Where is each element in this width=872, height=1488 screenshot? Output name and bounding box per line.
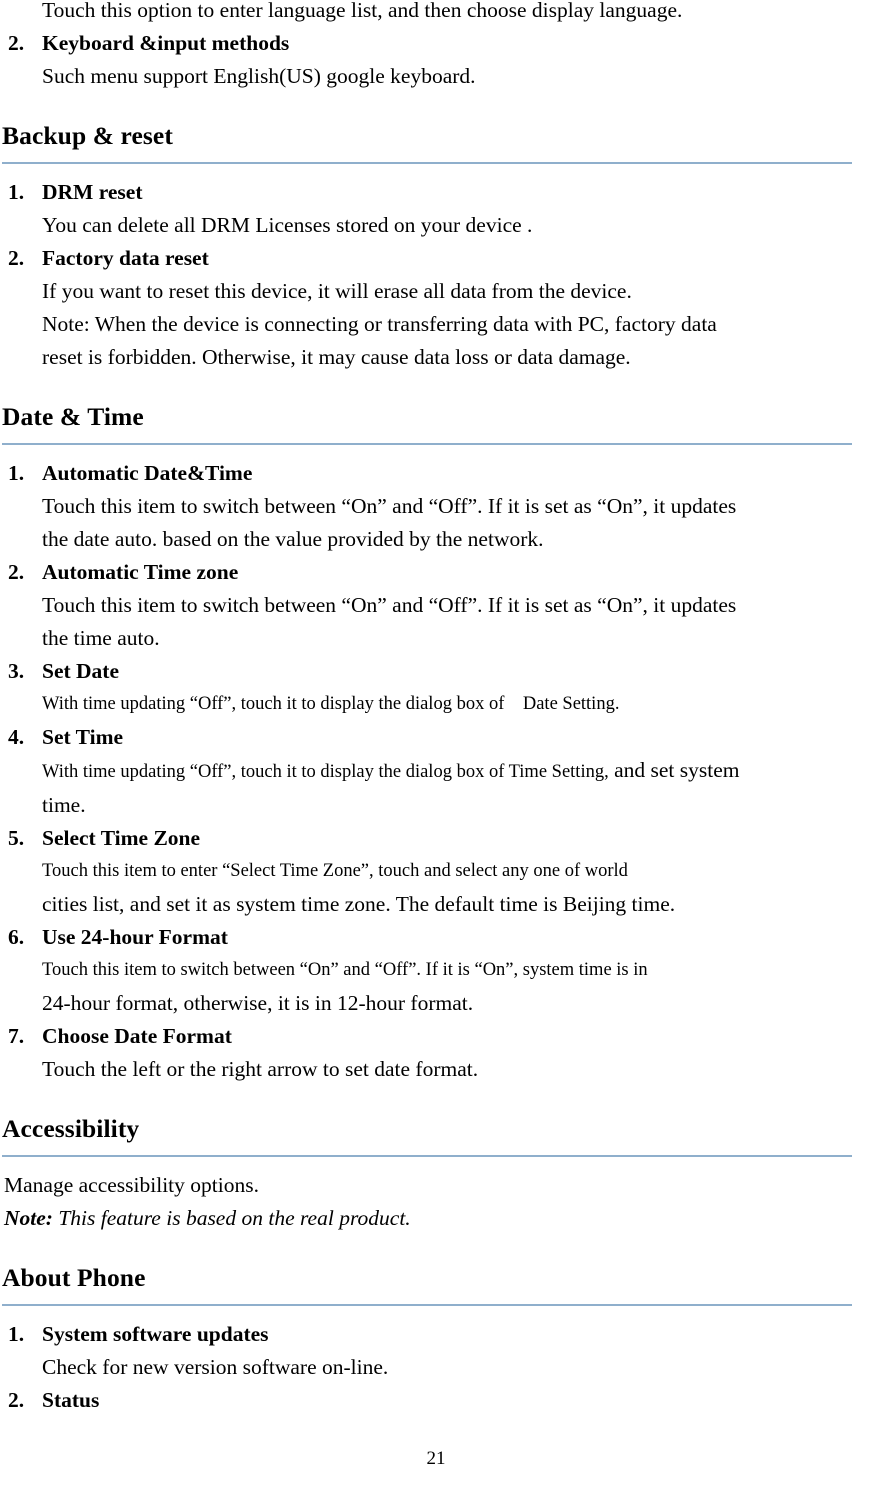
- body-line-segment: With time updating “Off”, touch it to di…: [42, 762, 609, 782]
- list-item-body: Touch this item to switch between “On” a…: [2, 490, 852, 556]
- list-item: 2. Factory data reset: [2, 242, 852, 275]
- list-item-number: 1.: [8, 461, 25, 485]
- list-item: 3. Set Date: [2, 655, 852, 688]
- list-item: 2. Automatic Time zone: [2, 556, 852, 589]
- list-item: 2. Keyboard &input methods: [2, 27, 852, 60]
- continuation-paragraph: Touch this option to enter language list…: [2, 0, 852, 27]
- section-heading: Backup & reset: [2, 121, 173, 150]
- list-item-title: Use 24-hour Format: [42, 925, 228, 949]
- section-divider: [2, 1304, 852, 1306]
- list-item-body: With time updating “Off”, touch it to di…: [2, 754, 852, 822]
- list-item-title: System software updates: [42, 1322, 269, 1346]
- list-item-number: 6.: [8, 925, 25, 949]
- list-item: 4. Set Time: [2, 721, 852, 754]
- body-line: With time updating “Off”, touch it to di…: [42, 694, 620, 714]
- list-item-title: Status: [42, 1388, 100, 1412]
- section-body: Manage accessibility options. Note: This…: [2, 1169, 852, 1235]
- list-item-body: With time updating “Off”, touch it to di…: [2, 688, 852, 721]
- document-page: Touch this option to enter language list…: [0, 0, 872, 1488]
- section-heading: About Phone: [2, 1263, 146, 1292]
- page-number: 21: [426, 1448, 446, 1469]
- body-line: Touch this item to switch between “On” a…: [42, 494, 737, 518]
- section-body: 1. System software updates Check for new…: [2, 1318, 852, 1417]
- list-item-body: Touch this item to switch between “On” a…: [2, 589, 852, 655]
- section-divider: [2, 443, 852, 445]
- section-heading: Date & Time: [2, 402, 144, 431]
- list-item: 1. System software updates: [2, 1318, 852, 1351]
- body-line: Touch this item to enter “Select Time Zo…: [42, 861, 628, 881]
- body-line: Touch this item to switch between “On” a…: [42, 593, 737, 617]
- list-item: 1. Automatic Date&Time: [2, 457, 852, 490]
- body-line: Touch the left or the right arrow to set…: [42, 1057, 479, 1081]
- body-line: Manage accessibility options.: [4, 1173, 259, 1197]
- list-item-title: Automatic Time zone: [42, 560, 239, 584]
- section-divider: [2, 162, 852, 164]
- list-item-body: Check for new version software on-line.: [2, 1351, 852, 1384]
- list-item: 1. DRM reset: [2, 176, 852, 209]
- list-item-body: Such menu support English(US) google key…: [2, 60, 852, 93]
- section-body: 1. DRM reset You can delete all DRM Lice…: [2, 176, 852, 374]
- body-line: the date auto. based on the value provid…: [42, 527, 544, 551]
- list-item-title: Keyboard &input methods: [42, 31, 290, 55]
- list-item: 6. Use 24-hour Format: [2, 921, 852, 954]
- list-item-number: 2.: [8, 1388, 25, 1412]
- list-item-number: 2.: [8, 560, 25, 584]
- body-line: If you want to reset this device, it wil…: [42, 279, 632, 303]
- section-divider: [2, 1155, 852, 1157]
- body-line: reset is forbidden. Otherwise, it may ca…: [42, 345, 631, 369]
- section-backup-reset: Backup & reset: [2, 119, 852, 164]
- list-item-title: Choose Date Format: [42, 1024, 232, 1048]
- continuation-line: Touch this option to enter language list…: [42, 0, 683, 22]
- list-item-body: Touch the left or the right arrow to set…: [2, 1053, 852, 1086]
- section-accessibility: Accessibility: [2, 1112, 852, 1157]
- section-about-phone: About Phone: [2, 1261, 852, 1306]
- note-label: Note:: [4, 1206, 53, 1230]
- section-body: 1. Automatic Date&Time Touch this item t…: [2, 457, 852, 1086]
- page-content: Touch this option to enter language list…: [2, 0, 852, 1417]
- body-line: With time updating “Off”, touch it to di…: [42, 754, 852, 789]
- list-item-title: Factory data reset: [42, 246, 209, 270]
- section-date-time: Date & Time: [2, 400, 852, 445]
- section-heading: Accessibility: [2, 1114, 140, 1143]
- list-item-number: 3.: [8, 659, 25, 683]
- list-item-body: You can delete all DRM Licenses stored o…: [2, 209, 852, 242]
- body-line: Note: When the device is connecting or t…: [42, 312, 717, 336]
- list-item-title: Automatic Date&Time: [42, 461, 253, 485]
- note-text: This feature is based on the real produc…: [52, 1206, 411, 1230]
- body-line: 24-hour format, otherwise, it is in 12-h…: [42, 991, 474, 1015]
- list-item-number: 1.: [8, 180, 25, 204]
- list-item: 7. Choose Date Format: [2, 1020, 852, 1053]
- list-item-title: Set Date: [42, 659, 120, 683]
- list-item-body: Touch this item to enter “Select Time Zo…: [2, 855, 852, 921]
- body-line: Check for new version software on-line.: [42, 1355, 389, 1379]
- body-line: Touch this item to switch between “On” a…: [42, 960, 648, 980]
- list-item-number: 5.: [8, 826, 25, 850]
- list-item-number: 7.: [8, 1024, 25, 1048]
- list-item-number: 2.: [8, 31, 25, 55]
- note-line: Note: This feature is based on the real …: [4, 1202, 852, 1235]
- list-item-body: Touch this item to switch between “On” a…: [2, 954, 852, 1020]
- list-item-number: 4.: [8, 725, 25, 749]
- list-item-title: Set Time: [42, 725, 124, 749]
- body-line-segment-large: and set system: [608, 758, 740, 782]
- list-item-number: 2.: [8, 246, 25, 270]
- body-line: the time auto.: [42, 626, 160, 650]
- list-item-number: 1.: [8, 1322, 25, 1346]
- list-item-title: Select Time Zone: [42, 826, 201, 850]
- body-line: Such menu support English(US) google key…: [42, 64, 476, 88]
- list-item-title: DRM reset: [42, 180, 143, 204]
- list-item: 2. Status: [2, 1384, 852, 1417]
- body-line: cities list, and set it as system time z…: [42, 892, 676, 916]
- list-item: 5. Select Time Zone: [2, 822, 852, 855]
- body-line: You can delete all DRM Licenses stored o…: [42, 213, 533, 237]
- body-line: time.: [42, 793, 86, 817]
- list-item-body: If you want to reset this device, it wil…: [2, 275, 852, 374]
